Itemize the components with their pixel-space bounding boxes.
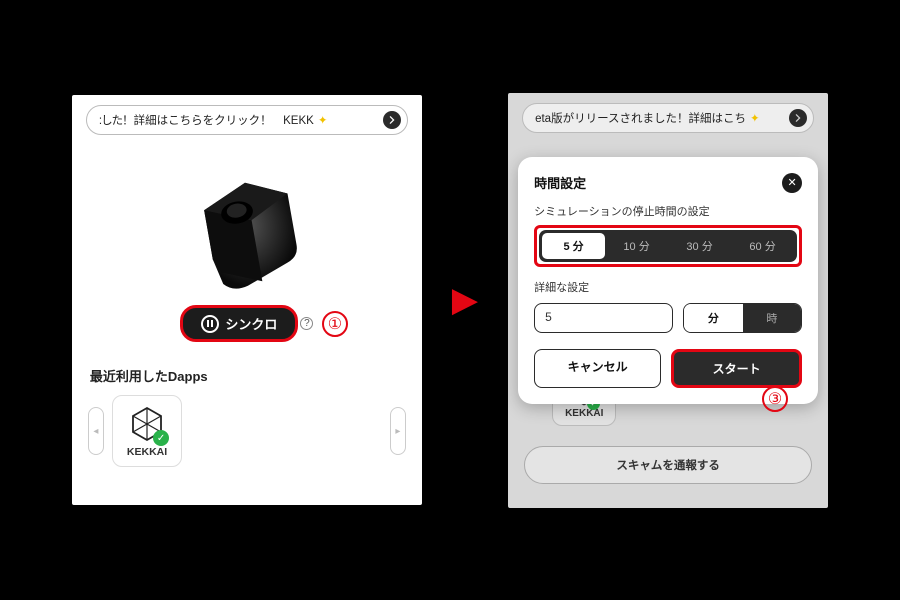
cancel-button[interactable]: キャンセル [534, 349, 661, 388]
preset-5min[interactable]: 5 分 [542, 233, 605, 259]
sparkle-icon: ✦ [750, 113, 760, 125]
preset-60min[interactable]: 60 分 [731, 233, 794, 259]
cube-illustration [72, 153, 422, 293]
start-button[interactable]: スタート [671, 349, 802, 388]
news-banner[interactable]: :した！詳細はこちらをクリック！ KEKK✦ [86, 105, 408, 135]
screen-1: :した！詳細はこちらをクリック！ KEKK✦ [72, 95, 422, 505]
help-icon[interactable]: ? [300, 317, 313, 330]
banner-forward-icon[interactable] [383, 111, 401, 129]
news-banner[interactable]: eta版がリリースされました！詳細はこち✦ [522, 103, 814, 133]
synchro-label: シンクロ [225, 314, 277, 333]
unit-toggle[interactable]: 分 時 [683, 303, 802, 333]
report-scam-button[interactable]: スキャムを通報する [524, 446, 812, 484]
annotation-1: ① [322, 311, 348, 337]
time-settings-modal: 時間設定 ✕ シミュレーションの停止時間の設定 5 分 10 分 30 分 60… [518, 157, 818, 404]
close-icon[interactable]: ✕ [782, 173, 802, 193]
preset-segment[interactable]: 5 分 10 分 30 分 60 分 [539, 230, 797, 262]
preset-10min[interactable]: 10 分 [605, 233, 668, 259]
unit-hours[interactable]: 時 [743, 304, 802, 332]
flow-arrow-icon: ▶ [452, 280, 478, 320]
recent-dapps-row: ◂ ✓ KEKKAI ▸ [72, 395, 422, 467]
recent-dapps-title: 最近利用したDapps [90, 366, 404, 385]
duration-input[interactable]: 5 [534, 303, 673, 333]
banner-forward-icon[interactable] [789, 109, 807, 127]
dapp-name: KEKKAI [127, 446, 167, 458]
synchro-button[interactable]: シンクロ [180, 305, 298, 342]
preset-section-label: シミュレーションの停止時間の設定 [534, 203, 802, 219]
unit-minutes[interactable]: 分 [684, 304, 743, 332]
preset-30min[interactable]: 30 分 [668, 233, 731, 259]
detail-section-label: 詳細な設定 [534, 279, 802, 295]
scroll-right-handle[interactable]: ▸ [390, 407, 406, 455]
modal-title: 時間設定 [534, 173, 586, 192]
annotation-3: ③ [762, 386, 788, 412]
kekkai-logo-icon: ✓ [129, 406, 165, 442]
dapp-card-kekkai[interactable]: ✓ KEKKAI [112, 395, 182, 467]
banner-text: :した！詳細はこちらをクリック！ KEKK✦ [99, 112, 383, 128]
preset-segment-highlight: 5 分 10 分 30 分 60 分 [534, 225, 802, 267]
screen-2: eta版がリリースされました！詳細はこち✦ ✓ KEKKAI スキャムを通報する… [508, 93, 828, 508]
sparkle-icon: ✦ [318, 115, 328, 127]
verified-check-icon: ✓ [153, 430, 169, 446]
scroll-left-handle[interactable]: ◂ [88, 407, 104, 455]
pause-icon [201, 315, 219, 333]
banner-text: eta版がリリースされました！詳細はこち✦ [535, 110, 789, 126]
